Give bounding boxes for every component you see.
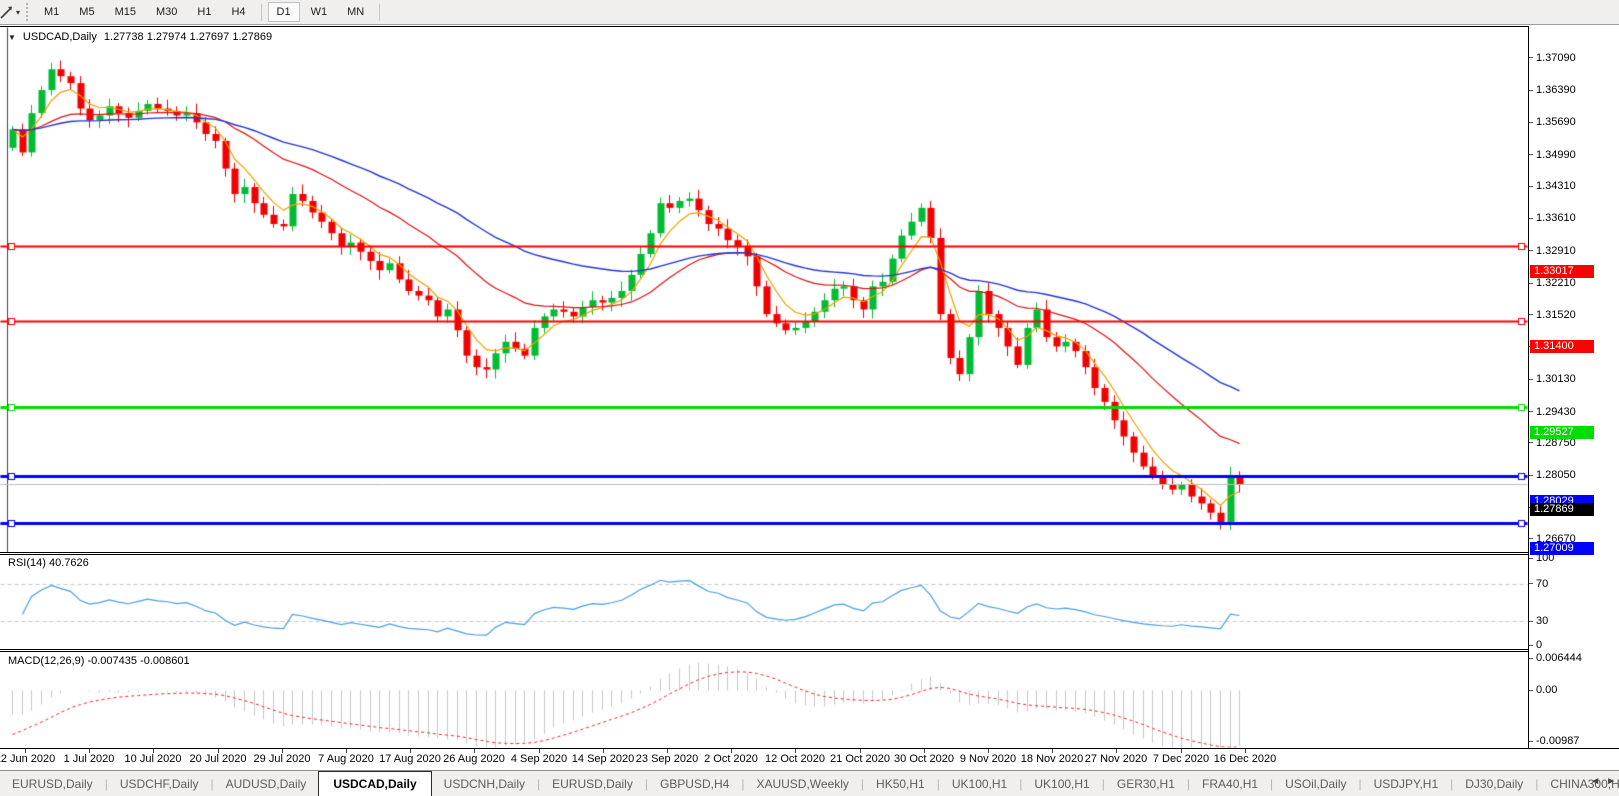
timeframe-buttons: M1M5M15M30H1H4 D1W1MN: [34, 2, 385, 22]
timeframe-button[interactable]: M5: [70, 2, 103, 22]
chart-tab[interactable]: GER30,H1: [1105, 771, 1187, 796]
axis-tick-label: 1.34310: [1529, 180, 1576, 192]
axis-tick-label: 30: [1529, 615, 1548, 627]
price-chart-canvas[interactable]: [0, 26, 1528, 748]
chart-tab[interactable]: USOil,Daily: [1273, 771, 1358, 796]
draw-tool-dropdown-icon[interactable]: ▾: [15, 8, 24, 17]
chart-tab[interactable]: EURUSD,Daily: [0, 771, 105, 796]
chart-tab[interactable]: XAUUSD,Weekly: [744, 771, 860, 796]
axis-tick-label: 1.28050: [1529, 469, 1576, 481]
chart-tab[interactable]: USDCHF,Daily: [108, 771, 211, 796]
date-label: 4 Sep 2020: [511, 753, 567, 765]
current-price-tag: 1.27869: [1530, 503, 1594, 516]
chart-tab[interactable]: USDJPY,H1: [1362, 771, 1450, 796]
macd-splitter[interactable]: [0, 649, 1619, 652]
date-label: 18 Nov 2020: [1021, 753, 1083, 765]
date-label: 30 Oct 2020: [894, 753, 954, 765]
hline-price-tag: 1.27009: [1530, 542, 1594, 555]
timeframe-button[interactable]: M30: [147, 2, 186, 22]
chart-tab[interactable]: HK50,H1: [864, 771, 937, 796]
axis-tick-label: 1.35690: [1529, 116, 1576, 128]
chart-tab[interactable]: UK100,H1: [940, 771, 1019, 796]
date-label: 7 Aug 2020: [318, 753, 374, 765]
date-label: 29 Jul 2020: [254, 753, 311, 765]
chart-menu-icon[interactable]: ▼: [8, 33, 16, 42]
hline-price-tag: 1.31400: [1530, 340, 1594, 353]
date-label: 14 Sep 2020: [572, 753, 634, 765]
toolbar-grip[interactable]: [26, 3, 28, 21]
hline-price-tag: 1.33017: [1530, 265, 1594, 278]
timeframe-button[interactable]: W1: [302, 2, 337, 22]
rsi-label: RSI(14) 40.7626: [8, 557, 89, 569]
timeframe-button[interactable]: MN: [338, 2, 373, 22]
axis-tick-label: 1.31520: [1529, 309, 1576, 321]
axis-tick-label: 1.37090: [1529, 52, 1576, 64]
date-label: 12 Oct 2020: [765, 753, 825, 765]
axis-tick-label: 1.32910: [1529, 245, 1576, 257]
time-axis[interactable]: 22 Jun 2020 1 Jul 2020 10 Jul 2020 20 Jul 2…: [0, 749, 1619, 770]
draw-tool-icon[interactable]: [0, 3, 15, 21]
chart-tab[interactable]: AUDUSD,Daily: [214, 771, 319, 796]
axis-tick-label: 0.00: [1529, 684, 1557, 696]
chart-tab[interactable]: FRA40,H1: [1190, 771, 1270, 796]
date-label: 7 Dec 2020: [1153, 753, 1209, 765]
rsi-splitter[interactable]: [0, 552, 1619, 555]
date-label: 20 Jul 2020: [190, 753, 247, 765]
price-axis[interactable]: 1.37090 1.36390 1.35690 1.34990 1.34310 1.336…: [1528, 26, 1619, 748]
top-toolbar: ▾ M1M5M15M30H1H4 D1W1MN: [0, 0, 1619, 25]
chart-top-border: [0, 26, 1619, 27]
timeframe-button[interactable]: D1: [268, 2, 300, 22]
axis-tick-label: 70: [1529, 578, 1548, 590]
axis-tick-label: 1.36390: [1529, 84, 1576, 96]
chart-tab[interactable]: GBPUSD,H4: [648, 771, 741, 796]
timeframe-button[interactable]: M15: [106, 2, 145, 22]
axis-tick-label: 0: [1529, 639, 1542, 651]
date-label: 26 Aug 2020: [443, 753, 505, 765]
axis-tick-label: 0.006444: [1529, 652, 1582, 664]
chart-tab[interactable]: EURUSD,Daily: [540, 771, 645, 796]
separator: [379, 4, 380, 21]
timeframe-button[interactable]: M1: [35, 2, 68, 22]
chart-tab[interactable]: UK100,H1: [1022, 771, 1101, 796]
date-label: 27 Nov 2020: [1085, 753, 1147, 765]
chart-tab[interactable]: DJ30,Daily: [1453, 771, 1535, 796]
chart-tab-bar: EURUSD,Daily|USDCHF,Daily|AUDUSD,DailyUS…: [0, 770, 1619, 796]
date-label: 1 Jul 2020: [64, 753, 115, 765]
mt4-window: ▾ M1M5M15M30H1H4D1W1MN 1.370901.363901.3…: [0, 0, 1619, 796]
chart-tab[interactable]: USDCAD,Daily: [318, 771, 431, 796]
axis-tick-label: 1.34990: [1529, 149, 1576, 161]
axis-tick-label: -0.00987: [1529, 735, 1579, 747]
date-label: 16 Dec 2020: [1214, 753, 1276, 765]
axis-tick-label: 1.29430: [1529, 406, 1576, 418]
timeframe-button[interactable]: H4: [222, 2, 254, 22]
date-label: 22 Jun 2020: [0, 753, 55, 765]
timeframe-button[interactable]: H1: [188, 2, 220, 22]
separator: [261, 4, 262, 21]
date-label: 21 Oct 2020: [830, 753, 890, 765]
date-label: 17 Aug 2020: [379, 753, 441, 765]
chart-symbol-label: USDCAD,Daily: [23, 31, 97, 43]
date-label: 9 Nov 2020: [960, 753, 1016, 765]
tab-scroll-left-icon[interactable]: ◄: [1590, 776, 1600, 787]
chart-ohlc-values: 1.27738 1.27974 1.27697 1.27869: [104, 31, 272, 43]
axis-tick-label: 1.32210: [1529, 277, 1576, 289]
chart-tab[interactable]: USDCNH,Daily: [432, 771, 537, 796]
date-label: 23 Sep 2020: [636, 753, 698, 765]
axis-tick-label: 1.30130: [1529, 373, 1576, 385]
date-label: 10 Jul 2020: [125, 753, 182, 765]
tab-scroll-right-icon[interactable]: ►: [1606, 776, 1616, 787]
tab-scroll-arrows: ◄ ►: [1590, 776, 1616, 787]
axis-tick-label: 1.33610: [1529, 212, 1576, 224]
chart-title: ▼ USDCAD,Daily 1.27738 1.27974 1.27697 1…: [8, 31, 272, 43]
date-label: 2 Oct 2020: [704, 753, 758, 765]
hline-price-tag: 1.29527: [1530, 426, 1594, 439]
macd-label: MACD(12,26,9) -0.007435 -0.008601: [8, 655, 190, 667]
